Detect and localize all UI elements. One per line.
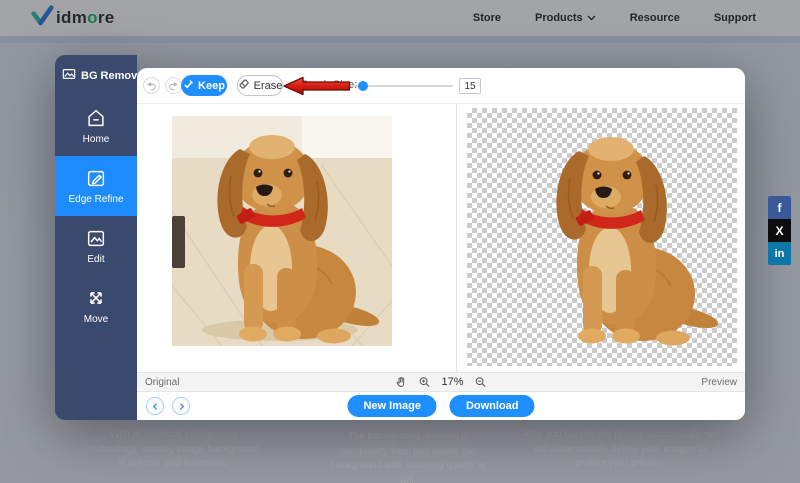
zoom-out-button[interactable]: [475, 376, 487, 388]
move-arrows-icon: [85, 287, 107, 309]
edge-refine-icon: [85, 167, 107, 189]
new-image-button[interactable]: New Image: [347, 395, 436, 417]
social-share-rail: f X in: [768, 196, 791, 265]
download-button[interactable]: Download: [450, 395, 535, 417]
brush-size-slider[interactable]: [345, 77, 453, 95]
app-title: BG Remover: [55, 55, 137, 96]
original-image-canvas[interactable]: [172, 116, 392, 346]
zoom-level: 17%: [441, 376, 463, 388]
keep-button[interactable]: Keep: [181, 75, 227, 96]
sidebar-item-edge-refine[interactable]: Edge Refine: [55, 156, 137, 216]
viewer: [137, 104, 745, 372]
eraser-icon: [238, 78, 250, 93]
preview-label: Preview: [701, 377, 737, 388]
home-icon: [85, 107, 107, 129]
sidebar: BG Remover Home Edge Refine: [55, 55, 137, 420]
undo-button[interactable]: [143, 77, 160, 94]
preview-cutout-image: [523, 118, 723, 348]
slider-thumb[interactable]: [358, 81, 368, 91]
edit-image-icon: [85, 227, 107, 249]
original-pane: [137, 104, 457, 372]
zoom-controls: 17%: [395, 376, 486, 388]
facebook-share-button[interactable]: f: [768, 196, 791, 219]
sidebar-item-home[interactable]: Home: [55, 96, 137, 156]
bg-remover-modal: BG Remover Home Edge Refine: [55, 55, 745, 420]
hand-pan-tool-button[interactable]: [395, 376, 407, 388]
x-twitter-share-button[interactable]: X: [768, 219, 791, 242]
sidebar-item-move[interactable]: Move: [55, 276, 137, 336]
erase-button[interactable]: Erase: [237, 75, 283, 96]
preview-pane: [457, 104, 745, 372]
status-bar: Original 17% Preview: [137, 372, 745, 392]
previous-image-button[interactable]: [146, 397, 164, 415]
transparency-checkerboard: [467, 108, 737, 366]
next-image-button[interactable]: [172, 397, 190, 415]
sidebar-item-edit[interactable]: Edit: [55, 216, 137, 276]
annotation-red-arrow: [283, 75, 351, 97]
zoom-in-button[interactable]: [418, 376, 430, 388]
bg-remover-icon: [62, 67, 76, 84]
editor-panel: Keep Erase Brush Size:: [137, 68, 745, 420]
redo-button[interactable]: [165, 77, 182, 94]
modal-footer: New Image Download: [137, 392, 745, 420]
brush-size-input[interactable]: [459, 78, 481, 94]
linkedin-share-button[interactable]: in: [768, 242, 791, 265]
original-label: Original: [145, 377, 179, 388]
keep-brush-icon: [183, 79, 194, 93]
editor-toolbar: Keep Erase Brush Size:: [137, 68, 745, 104]
footer-actions: New Image Download: [347, 395, 534, 417]
